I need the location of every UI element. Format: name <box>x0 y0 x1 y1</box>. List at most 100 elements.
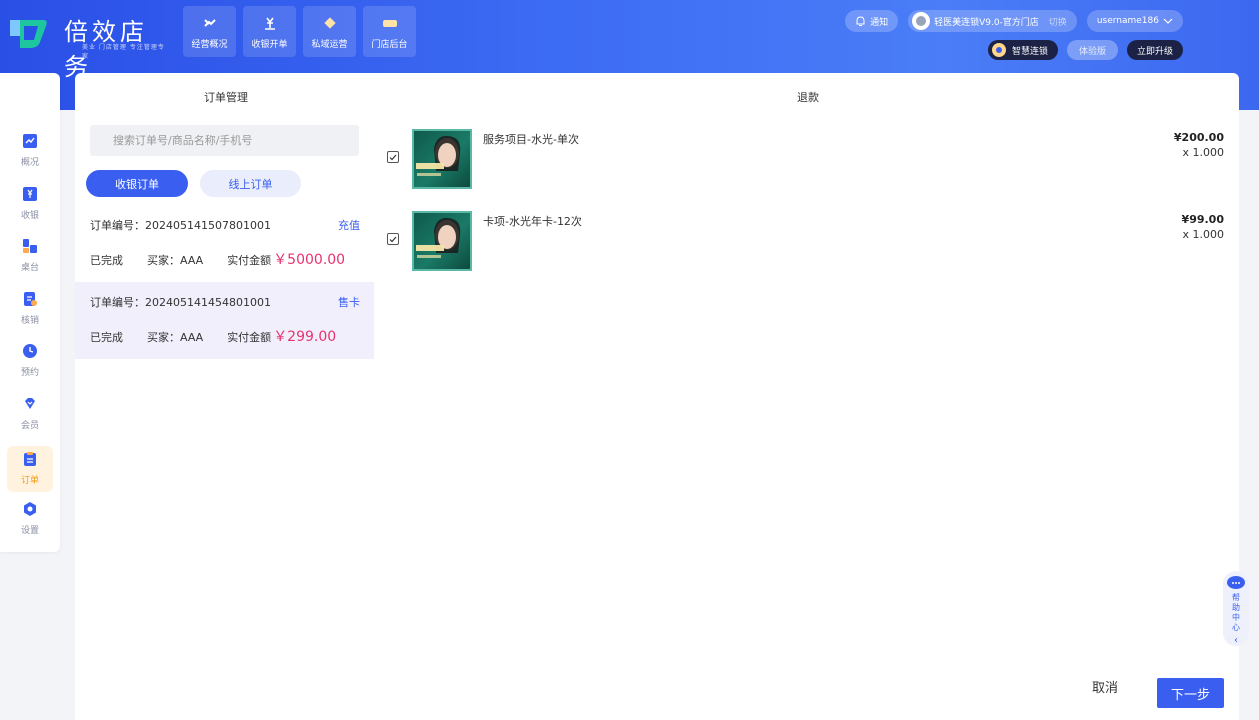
refund-item: 卡项-水光年卡-12次 ¥99.00 x 1.000 <box>387 211 1227 273</box>
refund-item-name: 卡项-水光年卡-12次 <box>483 215 582 228</box>
sidebar-item-label: 核销 <box>20 316 39 326</box>
chart-icon <box>23 134 37 148</box>
order-amount-label: 实付金额 <box>227 331 272 344</box>
refund-item-checkbox[interactable] <box>387 151 399 163</box>
sidebar-item-label: 订单 <box>20 476 39 486</box>
order-amount: ￥5000.00 <box>273 252 346 268</box>
sidebar-item-label: 设置 <box>20 526 39 536</box>
sidebar-item-settings[interactable]: 设置 <box>7 496 53 542</box>
yen-icon <box>23 187 37 201</box>
username: username186 <box>1096 16 1159 26</box>
main-panel: 订单管理 退款 收银订单 线上订单 订单编号：20240514150780100… <box>75 73 1239 720</box>
diamond-icon <box>321 14 339 32</box>
sidebar-item-verify[interactable]: 核销 <box>7 286 53 332</box>
order-card-selected[interactable]: 订单编号：202405141454801001 售卡 已完成 买家：AAA 实付… <box>75 282 374 359</box>
chevron-left-icon[interactable]: ‹ <box>1234 635 1238 646</box>
order-type-tag: 售卡 <box>338 296 360 309</box>
logo-icon <box>10 20 47 48</box>
topnav-label: 经营概况 <box>191 39 228 50</box>
refund-item-qty: x 1.000 <box>1182 146 1225 159</box>
topnav-store-admin[interactable]: 门店后台 <box>363 6 416 57</box>
sidebar-item-orders[interactable]: 订单 <box>7 446 53 492</box>
order-buyer: 买家：AAA <box>147 331 204 344</box>
settings-icon <box>24 502 36 516</box>
verify-icon <box>24 292 37 306</box>
order-status: 已完成 <box>90 254 123 267</box>
order-number: 订单编号：202405141454801001 <box>90 296 271 309</box>
product-thumbnail <box>412 211 472 271</box>
order-type-tag: 充值 <box>338 219 360 232</box>
order-number: 订单编号：202405141507801001 <box>90 219 271 232</box>
sidebar-item-label: 会员 <box>20 421 39 431</box>
trend-icon <box>201 14 219 32</box>
notify-button[interactable]: 通知 <box>845 10 899 32</box>
refund-panel-title: 退款 <box>797 91 819 104</box>
clock-icon <box>23 344 37 358</box>
topnav-checkout[interactable]: 收银开单 <box>243 6 296 57</box>
order-amount: ￥299.00 <box>273 329 337 345</box>
tab-online-orders[interactable]: 线上订单 <box>200 170 301 197</box>
refund-item-qty: x 1.000 <box>1182 228 1225 241</box>
app-logo[interactable]: 倍效店务 美业 门店管理 专注管理专家 <box>10 10 170 81</box>
refund-item-price: ¥200.00 <box>1173 131 1224 144</box>
order-card[interactable]: 订单编号：202405141507801001 充值 已完成 买家：AAA 实付… <box>75 205 374 282</box>
header-plan-row: 智慧连锁 体验版 立即升级 <box>987 40 1183 60</box>
upgrade-button[interactable]: 立即升级 <box>1126 40 1183 60</box>
orders-panel-title: 订单管理 <box>204 91 248 104</box>
store-switcher[interactable]: 轻医美连锁V9.0-官方门店 切换 <box>908 10 1077 32</box>
topnav-private-ops[interactable]: 私域运营 <box>303 6 356 57</box>
topnav-label: 私域运营 <box>311 39 348 50</box>
order-buyer: 买家：AAA <box>147 254 204 267</box>
help-center-widget[interactable]: 帮助中心 ‹ <box>1223 571 1249 646</box>
topnav-label: 门店后台 <box>371 39 408 50</box>
sidebar-item-label: 概况 <box>20 158 39 168</box>
sidebar-item-label: 收银 <box>20 211 39 221</box>
next-step-button[interactable]: 下一步 <box>1157 678 1224 708</box>
refund-item: 服务项目-水光-单次 ¥200.00 x 1.000 <box>387 129 1227 191</box>
sidebar-item-members[interactable]: 会员 <box>7 391 53 437</box>
help-center-label: 帮助中心 <box>1232 593 1240 632</box>
left-sidebar: 概况 收银 桌台 核销 预约 会员 订单 设置 <box>0 73 60 552</box>
sidebar-item-checkout[interactable]: 收银 <box>7 181 53 227</box>
store-icon <box>381 14 399 32</box>
sidebar-item-tables[interactable]: 桌台 <box>7 233 53 279</box>
topnav-label: 收银开单 <box>251 39 288 50</box>
order-status: 已完成 <box>90 331 123 344</box>
notify-label: 通知 <box>870 17 889 28</box>
sidebar-item-label: 桌台 <box>20 263 39 273</box>
sidebar-item-overview[interactable]: 概况 <box>7 128 53 174</box>
tab-cashier-orders[interactable]: 收银订单 <box>86 170 188 197</box>
top-nav: 经营概况 收银开单 私域运营 门店后台 <box>183 6 416 57</box>
yen-icon <box>261 14 279 32</box>
refund-item-price: ¥99.00 <box>1181 213 1224 226</box>
switch-label[interactable]: 切换 <box>1049 15 1067 28</box>
order-search-input[interactable] <box>90 125 359 156</box>
sidebar-item-label: 预约 <box>20 368 39 378</box>
table-icon <box>23 239 37 253</box>
diamond-icon <box>25 398 35 409</box>
order-amount-label: 实付金额 <box>227 254 272 267</box>
trial-badge: 体验版 <box>1066 40 1118 60</box>
store-avatar <box>912 12 931 30</box>
brand-badge[interactable]: 智慧连锁 <box>987 40 1058 60</box>
brand-badge-label: 智慧连锁 <box>1011 46 1048 57</box>
clipboard-icon <box>24 452 36 466</box>
product-thumbnail <box>412 129 472 189</box>
bell-icon <box>856 15 865 26</box>
order-meta: 已完成 买家：AAA 实付金额 ￥299.00 <box>90 326 336 346</box>
refund-item-checkbox[interactable] <box>387 233 399 245</box>
crown-icon <box>991 43 1006 57</box>
check-icon <box>389 236 397 242</box>
order-meta: 已完成 买家：AAA 实付金额 ￥5000.00 <box>90 249 345 269</box>
chevron-down-icon <box>1163 18 1173 24</box>
user-menu[interactable]: username186 <box>1086 10 1183 32</box>
store-name: 轻医美连锁V9.0-官方门店 <box>934 17 1039 28</box>
sidebar-item-booking[interactable]: 预约 <box>7 338 53 384</box>
cancel-button[interactable]: 取消 <box>1092 677 1118 696</box>
check-icon <box>389 154 397 160</box>
refund-item-name: 服务项目-水光-单次 <box>483 133 579 146</box>
app-subtitle: 美业 门店管理 专注管理专家 <box>82 44 165 60</box>
chat-icon <box>1227 576 1245 589</box>
header-right: 通知 轻医美连锁V9.0-官方门店 切换 username186 <box>845 10 1183 32</box>
topnav-overview[interactable]: 经营概况 <box>183 6 236 57</box>
